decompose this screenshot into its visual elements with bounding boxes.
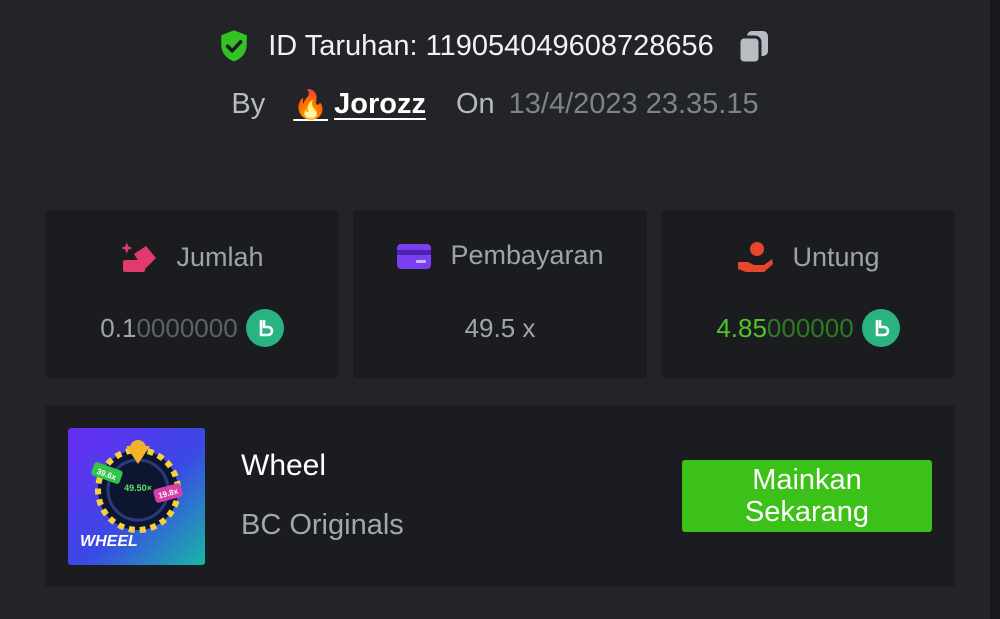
stat-payout-head: Pembayaran [353, 240, 647, 271]
game-title[interactable]: Wheel [241, 449, 326, 483]
fire-icon: 🔥 [293, 88, 329, 120]
thumb-multiplier-center: 49.50× [124, 483, 152, 493]
card-icon [397, 243, 432, 269]
bet-id-label: ID Taruhan: [268, 29, 418, 62]
amount-value-dim: 0000000 [136, 312, 238, 343]
stat-amount-head: Jumlah [45, 240, 339, 274]
stat-amount-value: 0.1 0000000 [45, 308, 339, 348]
bet-stats: Jumlah 0.1 0000000 Pembayaran 49.5 x Unt… [45, 210, 955, 378]
author-row: By 🔥 Jorozz On 13/4/2023 23.35.15 [0, 80, 990, 128]
scroll-edge [990, 0, 1000, 619]
bc-coin-icon [245, 309, 284, 347]
stat-payout: Pembayaran 49.5 x [353, 210, 647, 378]
stat-amount-label: Jumlah [176, 241, 264, 272]
bet-amount-icon [121, 242, 157, 272]
amount-value-bright: 0.1 [100, 312, 137, 343]
bet-id-value: 119054049608728656 [425, 29, 714, 62]
profit-value-bright: 4.85 [716, 312, 767, 343]
profit-value-dim: 000000 [766, 312, 854, 343]
bet-header: ID Taruhan: 119054049608728656 By 🔥 Joro… [0, 22, 990, 128]
username: Jorozz [334, 87, 426, 120]
stat-profit-value: 4.85 000000 [661, 308, 955, 348]
on-label: On [455, 87, 495, 120]
stat-profit: Untung 4.85 000000 [661, 210, 955, 378]
game-provider: BC Originals [241, 509, 404, 541]
play-now-label: Mainkan Sekarang [744, 464, 870, 528]
game-thumbnail[interactable]: 39.6x 19.8x 49.50× WHEEL [68, 428, 205, 565]
stat-payout-label: Pembayaran [450, 240, 604, 270]
by-label: By [231, 87, 266, 120]
profit-hand-icon [738, 242, 774, 272]
stat-profit-label: Untung [792, 241, 880, 272]
play-now-button[interactable]: Mainkan Sekarang [682, 460, 932, 532]
bc-coin-icon [861, 309, 900, 347]
bet-id-row: ID Taruhan: 119054049608728656 [0, 22, 990, 70]
copy-icon[interactable] [734, 26, 774, 66]
bet-datetime: 13/4/2023 23.35.15 [508, 87, 759, 120]
stat-amount: Jumlah 0.1 0000000 [45, 210, 339, 378]
game-card: 39.6x 19.8x 49.50× WHEEL Wheel BC Origin… [45, 405, 955, 587]
username-link[interactable]: 🔥 Jorozz [293, 88, 426, 121]
thumb-wordmark: WHEEL [80, 533, 138, 550]
stat-payout-value: 49.5 x [464, 312, 536, 343]
stat-profit-head: Untung [661, 240, 955, 274]
verified-shield-icon [221, 30, 247, 62]
